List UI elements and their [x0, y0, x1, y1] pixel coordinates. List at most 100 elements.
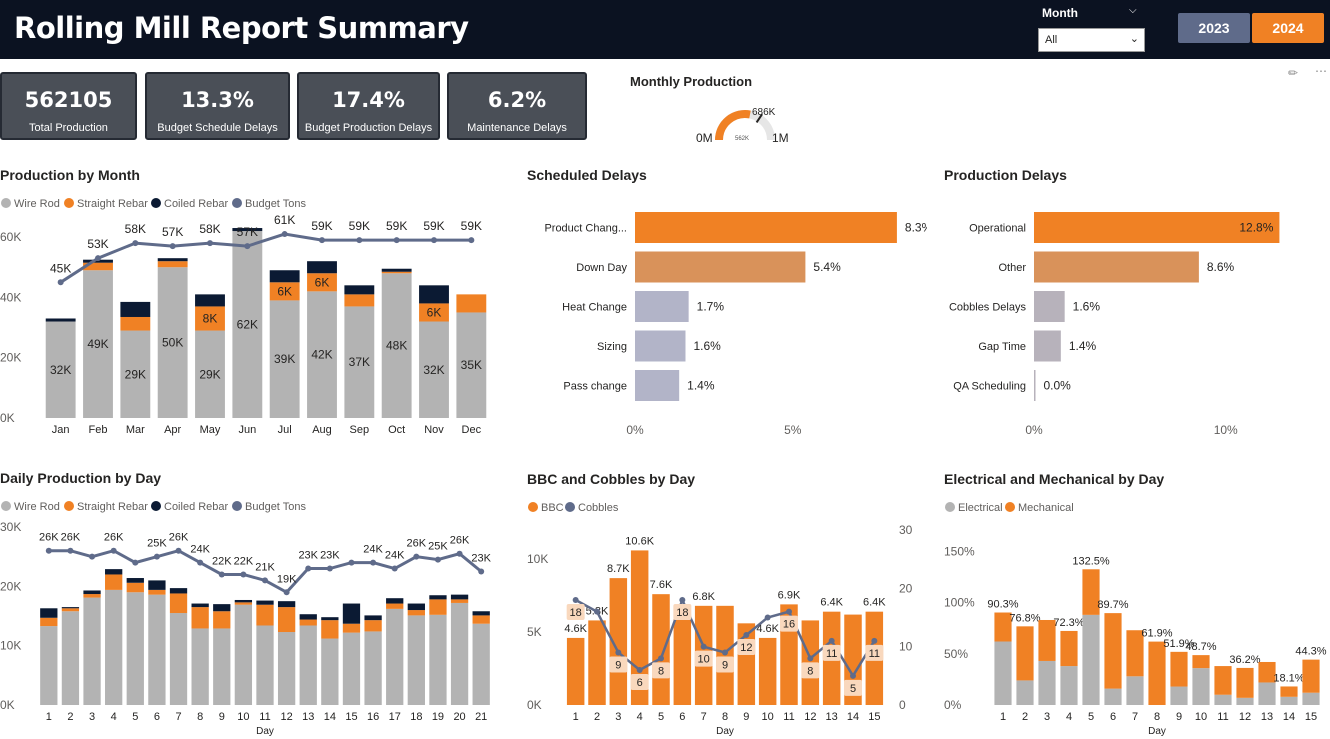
- bar-segment: [450, 599, 469, 603]
- category-label: Operational: [969, 223, 1026, 235]
- bbc-label: 8.7K: [607, 563, 630, 575]
- bar-segment: [386, 598, 404, 604]
- y-tick-left: 5K: [527, 625, 542, 639]
- production-delays-chart[interactable]: Operational 12.8% Other 8.6% Cobbles Delays 1…: [944, 200, 1324, 440]
- month-slicer-dropdown[interactable]: All ⌄: [1038, 28, 1145, 52]
- kpi-label: Budget Production Delays: [304, 122, 433, 134]
- budget-point: [393, 237, 400, 244]
- mechanical-bar: [1214, 666, 1232, 695]
- bar-segment: [429, 599, 447, 615]
- mechanical-bar: [1236, 667, 1254, 698]
- x-tick-label: 12: [280, 711, 292, 723]
- cobbles-label: 12: [740, 642, 752, 654]
- x-tick-label: 19: [432, 711, 444, 723]
- bar-segment: [126, 582, 144, 593]
- x-tick-label: 1: [46, 711, 52, 723]
- y-tick-label: 50%: [944, 647, 968, 661]
- legend-label: Mechanical: [1018, 502, 1074, 514]
- mechanical-bar: [1170, 651, 1188, 687]
- data-label: 49K: [87, 337, 108, 351]
- bar-segment: [344, 294, 375, 307]
- bar-segment: [277, 601, 296, 608]
- electrical-bar: [994, 641, 1012, 705]
- bar-segment: [126, 578, 144, 583]
- bar-segment: [307, 261, 337, 274]
- bar-segment: [472, 611, 490, 616]
- gauge-target-label: 686K: [752, 107, 776, 118]
- year-button-2023[interactable]: 2023: [1178, 13, 1250, 43]
- electrical-bar: [1082, 614, 1100, 705]
- y-tick-right: 10: [899, 640, 913, 654]
- cobbles-point: [679, 597, 686, 603]
- legend-marker: [151, 501, 161, 511]
- x-tick-label: 12: [1239, 711, 1251, 723]
- bar-segment: [321, 617, 339, 621]
- mechanical-bar: [1060, 630, 1078, 667]
- electrical-bar: [1104, 688, 1122, 705]
- kpi-label: Total Production: [29, 122, 108, 134]
- budget-label: 25K: [147, 538, 167, 550]
- legend-marker: [945, 502, 955, 512]
- bbc-label: 6.8K: [692, 591, 715, 603]
- budget-label: 26K: [169, 532, 189, 544]
- delay-bar: [635, 330, 686, 362]
- x-tick-label: 14: [847, 711, 859, 723]
- budget-label: 26K: [407, 538, 427, 550]
- x-tick-label: 7: [1132, 711, 1138, 723]
- legend-label: Electrical: [958, 502, 1003, 514]
- budget-label: 59K: [311, 219, 332, 233]
- budget-point: [95, 255, 101, 262]
- bbc-cobbles-chart[interactable]: BBCCobbles0K5K10K01020304.6K15.8K28.7K31…: [527, 494, 927, 739]
- more-options-icon[interactable]: ⋯: [1315, 64, 1327, 78]
- cobbles-point: [764, 614, 771, 621]
- x-tick-label: 5: [658, 711, 664, 723]
- total-label: 76.8%: [1009, 612, 1040, 624]
- category-label: Sizing: [597, 341, 627, 353]
- x-tick-label: 7: [701, 711, 707, 723]
- legend-label: Wire Rod: [14, 501, 60, 513]
- data-label: 1.6%: [1073, 300, 1101, 314]
- bar-segment: [120, 316, 151, 331]
- bar-segment: [213, 628, 231, 705]
- x-tick-label: 1: [573, 711, 579, 723]
- x-tick-label: Jan: [52, 424, 70, 436]
- y-tick-right: 20: [899, 581, 913, 595]
- legend-label: Wire Rod: [14, 198, 60, 210]
- slicer-collapse-chevron-icon[interactable]: ⌵: [1129, 5, 1137, 16]
- bar-segment: [40, 617, 58, 627]
- cobbles-point: [807, 655, 814, 662]
- report-title: Rolling Mill Report Summary: [14, 11, 469, 45]
- bar-segment: [299, 614, 317, 620]
- x-tick-label: 16: [367, 711, 379, 723]
- bar-segment: [256, 625, 274, 705]
- bar-segment: [61, 607, 80, 609]
- budget-point: [478, 568, 485, 575]
- budget-point: [283, 589, 290, 596]
- budget-point: [153, 553, 160, 560]
- cobbles-point: [786, 608, 792, 615]
- budget-label: 24K: [363, 544, 383, 556]
- electrical-mechanical-chart[interactable]: Electrical Mechanical 0% 50% 100% 150% 90.3% 1 7…: [944, 494, 1330, 739]
- x-tick-label: 10: [762, 711, 774, 723]
- x-tick-label: 0%: [626, 423, 644, 437]
- kpi-value: 17.4%: [332, 88, 405, 112]
- budget-point: [431, 237, 437, 244]
- daily-production-chart[interactable]: Wire Rod Straight Rebar Coiled Rebar Budget…: [0, 494, 510, 739]
- bar-segment: [429, 595, 447, 600]
- bar-segment: [83, 597, 101, 705]
- production-by-month-chart[interactable]: Wire Rod Straight Rebar Coiled Rebar Budget…: [0, 190, 510, 440]
- budget-point: [468, 237, 475, 244]
- scheduled-delays-chart[interactable]: Product Chang... 8.3% Down Day 5.4% Heat Cha…: [527, 200, 927, 440]
- monthly-production-gauge[interactable]: 0M 1M 686K 562K: [690, 100, 800, 148]
- total-label: 44.3%: [1295, 646, 1326, 658]
- pin-icon[interactable]: ✏: [1288, 66, 1298, 80]
- budget-point: [305, 565, 312, 572]
- budget-point: [413, 553, 420, 560]
- x-tick-label: 4: [111, 711, 117, 723]
- data-label: 12.8%: [1239, 221, 1273, 235]
- bbc-bar: [566, 637, 585, 705]
- year-button-2024[interactable]: 2024: [1252, 13, 1324, 43]
- kpi-label: Budget Schedule Delays: [157, 122, 278, 134]
- bbc-bar: [588, 620, 606, 705]
- bar-segment: [321, 620, 339, 639]
